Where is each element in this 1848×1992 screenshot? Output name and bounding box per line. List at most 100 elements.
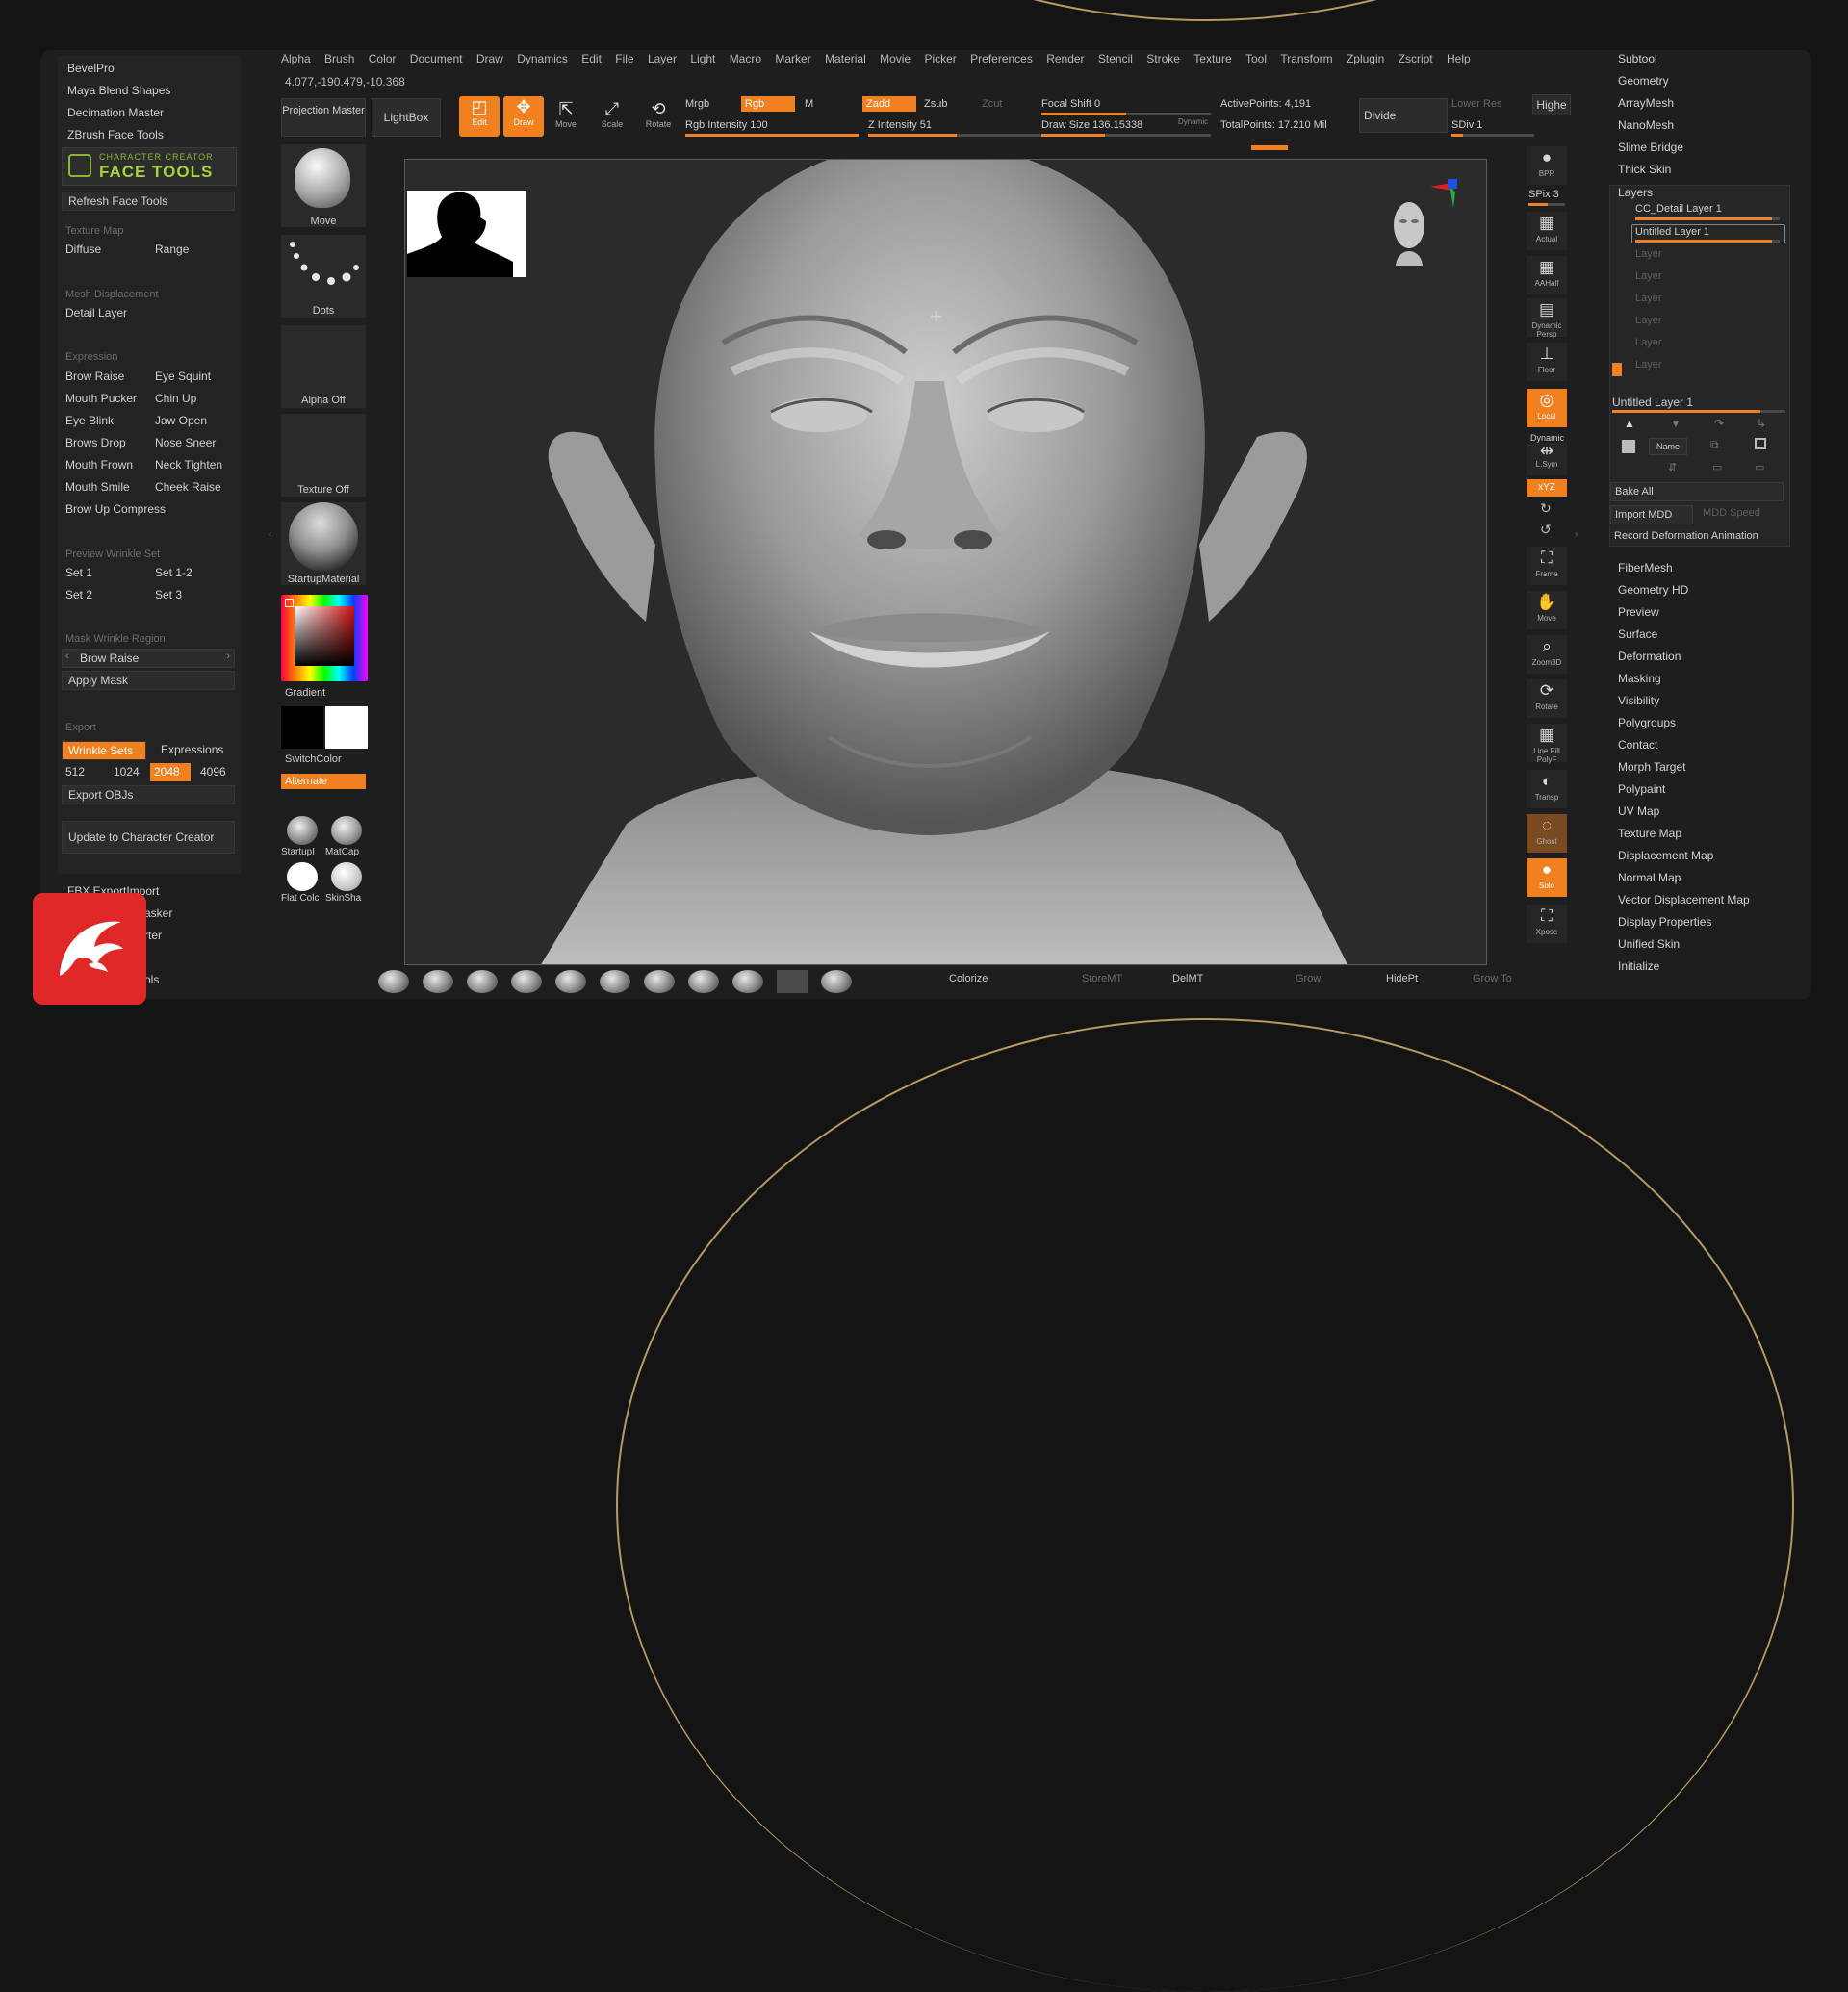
skin-shade-ball[interactable] bbox=[331, 862, 362, 891]
scale-mode-button[interactable]: ⤢ Scale bbox=[595, 98, 629, 137]
layer-slot-3[interactable]: Layer bbox=[1635, 248, 1662, 260]
layer-slot-6[interactable]: Layer bbox=[1635, 315, 1662, 326]
export-objs-button[interactable]: Export OBJs bbox=[62, 785, 235, 804]
set-1-2-button[interactable]: Set 1-2 bbox=[151, 564, 236, 582]
diffuse-button[interactable]: Diffuse bbox=[62, 241, 146, 259]
palette-deformation[interactable]: Deformation bbox=[1618, 650, 1681, 663]
draw-size-label[interactable]: Draw Size 136.15338 bbox=[1041, 119, 1142, 131]
layer-row-cc-detail[interactable]: CC_Detail Layer 1 bbox=[1635, 203, 1722, 215]
plugin-decimation-master[interactable]: Decimation Master bbox=[67, 106, 164, 119]
matcap-startup-ball[interactable] bbox=[287, 816, 318, 845]
expression-chin-up[interactable]: Chin Up bbox=[151, 390, 236, 408]
plugin-maya-blend-shapes[interactable]: Maya Blend Shapes bbox=[67, 84, 170, 97]
polyframe-button[interactable]: ▦ Line Fill PolyF bbox=[1527, 724, 1567, 764]
hidept-button[interactable]: HidePt bbox=[1386, 973, 1418, 984]
m-toggle[interactable]: M bbox=[805, 98, 813, 110]
expression-neck-tighten[interactable]: Neck Tighten bbox=[151, 456, 236, 474]
mask-region-selector[interactable]: ‹ Brow Raise › bbox=[62, 649, 235, 668]
palette-normal-map[interactable]: Normal Map bbox=[1618, 871, 1681, 884]
palette-contact[interactable]: Contact bbox=[1618, 738, 1657, 752]
bottom-brush-slot-3[interactable] bbox=[467, 970, 498, 993]
bpr-render-button[interactable]: ● BPR bbox=[1527, 146, 1567, 185]
menu-light[interactable]: Light bbox=[690, 52, 715, 65]
palette-unified-skin[interactable]: Unified Skin bbox=[1618, 937, 1680, 951]
higher-res-button[interactable]: Highe bbox=[1532, 94, 1571, 115]
viewport-canvas[interactable]: + bbox=[404, 159, 1487, 965]
palette-geometry-hd[interactable]: Geometry HD bbox=[1618, 583, 1688, 597]
color-picker-square[interactable] bbox=[295, 606, 354, 666]
bottom-brush-slot-5[interactable] bbox=[555, 970, 586, 993]
menu-file[interactable]: File bbox=[615, 52, 633, 65]
menu-transform[interactable]: Transform bbox=[1280, 52, 1332, 65]
menu-zplugin[interactable]: Zplugin bbox=[1347, 52, 1384, 65]
layer-delete-icon[interactable] bbox=[1622, 440, 1635, 453]
z-intensity-slider[interactable] bbox=[868, 134, 1041, 137]
main-color-swatch[interactable] bbox=[281, 706, 323, 749]
current-layer-slider[interactable] bbox=[1612, 410, 1785, 413]
mdd-speed-slider[interactable]: MDD Speed bbox=[1703, 507, 1760, 519]
set-3-button[interactable]: Set 3 bbox=[151, 586, 236, 604]
frame-button[interactable]: ⛶ Frame bbox=[1527, 547, 1567, 585]
menu-movie[interactable]: Movie bbox=[880, 52, 911, 65]
mrgb-toggle[interactable]: Mrgb bbox=[685, 98, 709, 110]
palette-display-properties[interactable]: Display Properties bbox=[1618, 915, 1711, 929]
expression-mouth-smile[interactable]: Mouth Smile bbox=[62, 478, 146, 497]
range-button[interactable]: Range bbox=[151, 241, 236, 259]
palette-polygroups[interactable]: Polygroups bbox=[1618, 716, 1676, 729]
layer-mode-icon[interactable]: ▭ bbox=[1712, 461, 1722, 473]
delmt-button[interactable]: DelMT bbox=[1172, 973, 1203, 984]
right-tray-collapse-icon[interactable]: › bbox=[1575, 529, 1578, 540]
layers-title[interactable]: Layers bbox=[1618, 186, 1653, 199]
xpose-button[interactable]: ⛶ Xpose bbox=[1527, 905, 1567, 943]
actual-size-button[interactable]: ▦ Actual bbox=[1527, 212, 1567, 250]
expression-jaw-open[interactable]: Jaw Open bbox=[151, 412, 236, 430]
grow-to-button[interactable]: Grow To bbox=[1473, 973, 1512, 984]
edit-mode-button[interactable]: ◰ Edit bbox=[459, 96, 500, 137]
menu-preferences[interactable]: Preferences bbox=[970, 52, 1033, 65]
layer-scrollbar[interactable] bbox=[1612, 363, 1622, 376]
palette-thick-skin[interactable]: Thick Skin bbox=[1618, 163, 1671, 176]
menu-zscript[interactable]: Zscript bbox=[1399, 52, 1433, 65]
layer-row-untitled[interactable]: Untitled Layer 1 bbox=[1635, 226, 1709, 238]
expression-cheek-raise[interactable]: Cheek Raise bbox=[151, 478, 236, 497]
plugin-partial-2[interactable]: rter bbox=[144, 929, 162, 942]
expression-eye-squint[interactable]: Eye Squint bbox=[151, 368, 236, 386]
palette-texture-map[interactable]: Texture Map bbox=[1618, 827, 1681, 840]
palette-visibility[interactable]: Visibility bbox=[1618, 694, 1659, 707]
menu-dynamics[interactable]: Dynamics bbox=[517, 52, 568, 65]
palette-initialize[interactable]: Initialize bbox=[1618, 959, 1659, 973]
expression-mouth-frown[interactable]: Mouth Frown bbox=[62, 456, 146, 474]
rotate-mode-button[interactable]: ⟲ Rotate bbox=[641, 98, 676, 137]
set-1-button[interactable]: Set 1 bbox=[62, 564, 146, 582]
layer-record-icon[interactable]: ▭ bbox=[1755, 461, 1764, 473]
plugin-bevelpro[interactable]: BevelPro bbox=[67, 62, 115, 75]
move-mode-button[interactable]: ⇱ Move bbox=[549, 98, 583, 137]
layer-move-up-icon[interactable]: ▲ bbox=[1624, 417, 1635, 430]
set-2-button[interactable]: Set 2 bbox=[62, 586, 146, 604]
rgb-intensity-slider[interactable] bbox=[685, 134, 859, 137]
detail-layer-button[interactable]: Detail Layer bbox=[62, 304, 235, 322]
projection-master-button[interactable]: Projection Master bbox=[281, 98, 366, 137]
expressions-toggle[interactable]: Expressions bbox=[151, 741, 236, 759]
rgb-intensity-slider-label[interactable]: Rgb Intensity 100 bbox=[685, 119, 768, 131]
menu-help[interactable]: Help bbox=[1447, 52, 1471, 65]
menu-macro[interactable]: Macro bbox=[730, 52, 761, 65]
menu-marker[interactable]: Marker bbox=[775, 52, 810, 65]
menu-color[interactable]: Color bbox=[369, 52, 397, 65]
solo-button[interactable]: ● Solo bbox=[1527, 858, 1567, 897]
zsub-toggle[interactable]: Zsub bbox=[924, 98, 947, 110]
expression-brow-up-compress[interactable]: Brow Up Compress bbox=[62, 500, 235, 519]
rotate-z-icon[interactable]: ↺ bbox=[1540, 522, 1552, 538]
palette-subtool[interactable]: Subtool bbox=[1618, 52, 1657, 65]
palette-uv-map[interactable]: UV Map bbox=[1618, 804, 1659, 818]
floor-button[interactable]: ⊥ Floor bbox=[1527, 343, 1567, 381]
divide-button[interactable]: Divide bbox=[1359, 98, 1448, 133]
layer-slot-4[interactable]: Layer bbox=[1635, 270, 1662, 282]
palette-geometry[interactable]: Geometry bbox=[1618, 74, 1669, 88]
xyz-rotation-button[interactable]: xYZ bbox=[1527, 479, 1567, 497]
sdiv-slider-label[interactable]: SDiv 1 bbox=[1451, 119, 1482, 131]
menu-material[interactable]: Material bbox=[825, 52, 866, 65]
zcut-toggle[interactable]: Zcut bbox=[982, 98, 1002, 110]
expression-brow-raise[interactable]: Brow Raise bbox=[62, 368, 146, 386]
bottom-brush-slot-6[interactable] bbox=[600, 970, 630, 993]
